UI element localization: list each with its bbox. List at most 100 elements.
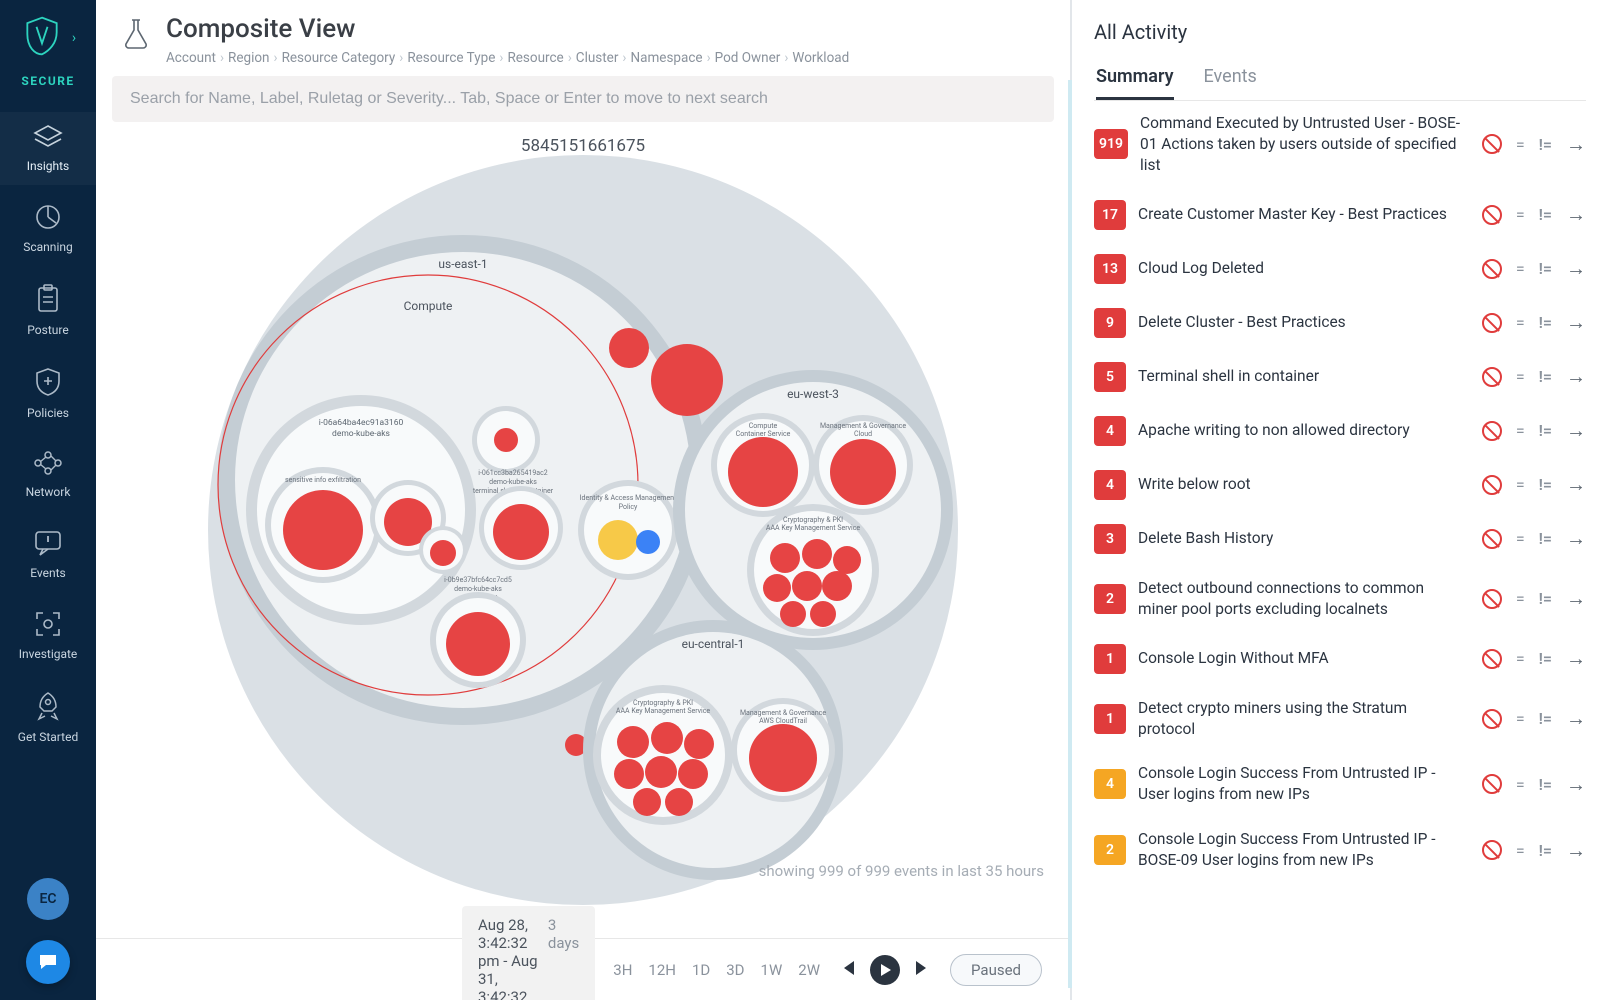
equals-filter-icon[interactable]: = — [1516, 367, 1525, 386]
activity-row[interactable]: 4Console Login Success From Untrusted IP… — [1094, 751, 1586, 817]
forbid-icon[interactable] — [1482, 589, 1502, 609]
activity-row[interactable]: 5Terminal shell in container=!=→ — [1094, 350, 1586, 404]
forbid-icon[interactable] — [1482, 774, 1502, 794]
forbid-icon[interactable] — [1482, 840, 1502, 860]
activity-row[interactable]: 13Cloud Log Deleted=!=→ — [1094, 242, 1586, 296]
arrow-right-icon[interactable]: → — [1566, 472, 1586, 497]
equals-filter-icon[interactable]: = — [1516, 589, 1525, 608]
nav-posture[interactable]: Posture — [0, 272, 96, 349]
forbid-icon[interactable] — [1482, 421, 1502, 441]
crumb[interactable]: Resource Category — [282, 50, 396, 66]
equals-filter-icon[interactable]: = — [1516, 841, 1525, 860]
crumb[interactable]: Namespace — [630, 50, 702, 66]
forbid-icon[interactable] — [1482, 259, 1502, 279]
forbid-icon[interactable] — [1482, 709, 1502, 729]
arrow-right-icon[interactable]: → — [1566, 586, 1586, 611]
crumb[interactable]: Resource — [507, 50, 563, 66]
crumb[interactable]: Account — [166, 50, 216, 66]
time-preset[interactable]: 3D — [726, 961, 744, 979]
brand-logo[interactable]: › — [20, 14, 76, 62]
activity-row[interactable]: 17Create Customer Master Key - Best Prac… — [1094, 188, 1586, 242]
playback-status[interactable]: Paused — [950, 954, 1042, 986]
time-preset[interactable]: 1D — [692, 961, 710, 979]
equals-filter-icon[interactable]: = — [1516, 135, 1525, 154]
arrow-right-icon[interactable]: → — [1566, 202, 1586, 227]
not-equals-filter-icon[interactable]: != — [1539, 259, 1552, 278]
equals-filter-icon[interactable]: = — [1516, 709, 1525, 728]
arrow-right-icon[interactable]: → — [1566, 838, 1586, 863]
activity-row[interactable]: 1Console Login Without MFA=!=→ — [1094, 632, 1586, 686]
forbid-icon[interactable] — [1482, 134, 1502, 154]
arrow-right-icon[interactable]: → — [1566, 310, 1586, 335]
activity-row[interactable]: 1Detect crypto miners using the Stratum … — [1094, 686, 1586, 752]
bubble-map[interactable]: 5845151661675 us-east-1 Compute i-06a64b… — [96, 130, 1070, 938]
activity-row[interactable]: 2Console Login Success From Untrusted IP… — [1094, 817, 1586, 883]
equals-filter-icon[interactable]: = — [1516, 313, 1525, 332]
forbid-icon[interactable] — [1482, 649, 1502, 669]
time-preset[interactable]: 3H — [613, 961, 632, 979]
forbid-icon[interactable] — [1482, 313, 1502, 333]
not-equals-filter-icon[interactable]: != — [1539, 775, 1552, 794]
nav-scanning[interactable]: Scanning — [0, 191, 96, 266]
activity-row[interactable]: 919Command Executed by Untrusted User - … — [1094, 101, 1586, 188]
equals-filter-icon[interactable]: = — [1516, 259, 1525, 278]
nav-investigate[interactable]: Investigate — [0, 598, 96, 673]
forbid-icon[interactable] — [1482, 367, 1502, 387]
crumb[interactable]: Cluster — [576, 50, 619, 66]
forbid-icon[interactable] — [1482, 529, 1502, 549]
nav-get-started[interactable]: Get Started — [0, 679, 96, 756]
crumb[interactable]: Pod Owner — [715, 50, 781, 66]
arrow-right-icon[interactable]: → — [1566, 256, 1586, 281]
crumb[interactable]: Workload — [792, 50, 849, 66]
time-preset[interactable]: 1W — [761, 961, 783, 979]
not-equals-filter-icon[interactable]: != — [1539, 709, 1552, 728]
nav-network[interactable]: Network — [0, 438, 96, 511]
arrow-right-icon[interactable]: → — [1566, 364, 1586, 389]
not-equals-filter-icon[interactable]: != — [1539, 841, 1552, 860]
arrow-right-icon[interactable]: → — [1566, 132, 1586, 157]
equals-filter-icon[interactable]: = — [1516, 649, 1525, 668]
not-equals-filter-icon[interactable]: != — [1539, 313, 1552, 332]
equals-filter-icon[interactable]: = — [1516, 529, 1525, 548]
not-equals-filter-icon[interactable]: != — [1539, 589, 1552, 608]
user-avatar[interactable]: EC — [27, 878, 69, 920]
count-badge: 2 — [1094, 584, 1126, 614]
activity-row[interactable]: 9Delete Cluster - Best Practices=!=→ — [1094, 296, 1586, 350]
search-input[interactable] — [112, 76, 1054, 122]
equals-filter-icon[interactable]: = — [1516, 205, 1525, 224]
activity-row[interactable]: 4Write below root=!=→ — [1094, 458, 1586, 512]
not-equals-filter-icon[interactable]: != — [1539, 205, 1552, 224]
not-equals-filter-icon[interactable]: != — [1539, 135, 1552, 154]
play-button[interactable] — [870, 955, 900, 985]
nav-events[interactable]: Events — [0, 517, 96, 592]
activity-row[interactable]: 3Delete Bash History=!=→ — [1094, 512, 1586, 566]
arrow-right-icon[interactable]: → — [1566, 706, 1586, 731]
arrow-right-icon[interactable]: → — [1566, 772, 1586, 797]
time-preset[interactable]: 12H — [648, 961, 676, 979]
not-equals-filter-icon[interactable]: != — [1539, 649, 1552, 668]
skip-back-icon[interactable] — [838, 959, 856, 981]
forbid-icon[interactable] — [1482, 475, 1502, 495]
not-equals-filter-icon[interactable]: != — [1539, 475, 1552, 494]
not-equals-filter-icon[interactable]: != — [1539, 367, 1552, 386]
equals-filter-icon[interactable]: = — [1516, 475, 1525, 494]
not-equals-filter-icon[interactable]: != — [1539, 421, 1552, 440]
equals-filter-icon[interactable]: = — [1516, 421, 1525, 440]
equals-filter-icon[interactable]: = — [1516, 775, 1525, 794]
tab-summary[interactable]: Summary — [1096, 66, 1174, 100]
forbid-icon[interactable] — [1482, 205, 1502, 225]
arrow-right-icon[interactable]: → — [1566, 646, 1586, 671]
crumb[interactable]: Region — [228, 50, 270, 66]
arrow-right-icon[interactable]: → — [1566, 526, 1586, 551]
activity-row[interactable]: 2Detect outbound connections to common m… — [1094, 566, 1586, 632]
nav-policies[interactable]: Policies — [0, 355, 96, 432]
time-preset[interactable]: 2W — [798, 961, 820, 979]
tab-events[interactable]: Events — [1204, 66, 1257, 100]
support-chat-button[interactable] — [26, 940, 70, 984]
nav-insights[interactable]: Insights — [0, 112, 96, 185]
arrow-right-icon[interactable]: → — [1566, 418, 1586, 443]
activity-row[interactable]: 4Apache writing to non allowed directory… — [1094, 404, 1586, 458]
not-equals-filter-icon[interactable]: != — [1539, 529, 1552, 548]
crumb[interactable]: Resource Type — [407, 50, 495, 66]
skip-forward-icon[interactable] — [914, 959, 932, 981]
